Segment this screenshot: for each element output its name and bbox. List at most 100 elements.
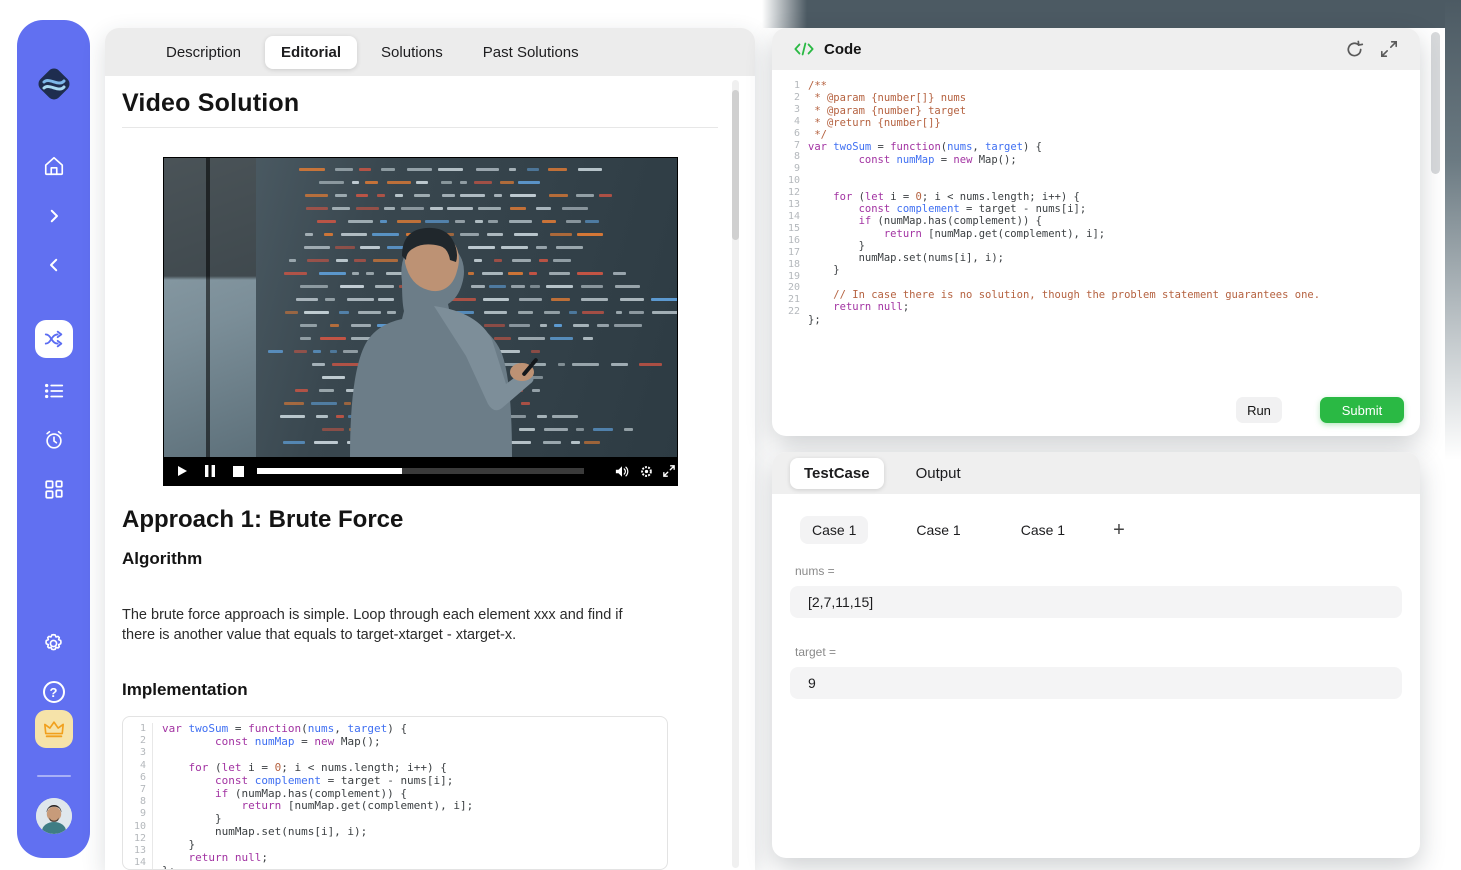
chalk-code-dash xyxy=(551,298,570,301)
line-number: 16 xyxy=(786,235,800,247)
line-number: 12 xyxy=(123,833,146,845)
sidebar-item-settings[interactable] xyxy=(42,631,66,655)
chalk-code-dash xyxy=(566,220,581,223)
code-line: const numMap = new Map(); xyxy=(162,736,473,749)
chalk-code-dash xyxy=(620,298,644,301)
sidebar-item-reminders[interactable] xyxy=(42,428,66,452)
home-icon xyxy=(43,155,65,177)
chalk-code-dash xyxy=(407,168,432,171)
line-number: 6 xyxy=(786,128,800,140)
background-tint-top xyxy=(762,0,1461,28)
tab-solutions[interactable]: Solutions xyxy=(365,36,459,69)
chalk-code-dash xyxy=(548,168,566,171)
video-settings-button[interactable] xyxy=(636,463,656,479)
code-content: var twoSum = function(nums, target) { co… xyxy=(153,723,473,869)
line-number: 8 xyxy=(786,151,800,163)
pause-button[interactable] xyxy=(200,463,220,479)
chalk-code-dash xyxy=(593,428,613,431)
video-fullscreen-button[interactable] xyxy=(659,463,679,479)
avatar-photo xyxy=(36,798,72,834)
line-number: 4 xyxy=(123,760,146,772)
submit-button[interactable]: Submit xyxy=(1320,397,1404,423)
line-number: 2 xyxy=(123,735,146,747)
sidebar-item-premium[interactable] xyxy=(35,710,73,748)
chalk-code-dash xyxy=(550,337,573,340)
play-icon xyxy=(176,465,188,477)
chalk-code-dash xyxy=(544,311,561,314)
code-line: numMap.set(nums[i], i); xyxy=(162,826,473,839)
algorithm-paragraph: The brute force approach is simple. Loop… xyxy=(122,605,652,645)
chalk-code-dash xyxy=(599,194,612,197)
main-tabbar: Description Editorial Solutions Past Sol… xyxy=(105,28,755,76)
nums-input[interactable] xyxy=(790,586,1402,618)
tab-editorial[interactable]: Editorial xyxy=(265,36,357,69)
chalk-code-dash xyxy=(476,168,500,171)
run-button[interactable]: Run xyxy=(1236,397,1282,423)
stop-button[interactable] xyxy=(228,463,248,479)
sidebar-item-problem-list[interactable] xyxy=(42,379,66,403)
sidebar-item-help[interactable]: ? xyxy=(42,680,66,704)
chalk-code-dash xyxy=(582,311,604,314)
video-player[interactable] xyxy=(163,157,678,486)
chalk-code-dash xyxy=(518,181,541,184)
line-number: 19 xyxy=(786,271,800,283)
reset-code-icon[interactable] xyxy=(1345,40,1364,59)
sidebar-divider xyxy=(37,775,71,777)
tab-output[interactable]: Output xyxy=(902,458,975,489)
chalk-code-dash xyxy=(578,168,602,171)
chalk-code-dash xyxy=(359,168,371,171)
line-number: 14 xyxy=(786,211,800,223)
sidebar-item-next[interactable] xyxy=(42,204,66,228)
tab-description[interactable]: Description xyxy=(150,36,257,69)
code-content: /** * @param {number[]} nums * @param {n… xyxy=(808,80,1320,370)
chalk-code-dash xyxy=(268,350,283,353)
chalk-code-dash xyxy=(562,207,588,210)
app-logo[interactable] xyxy=(32,62,76,106)
chalk-code-dash xyxy=(616,311,622,314)
chalk-code-dash xyxy=(527,168,539,171)
tab-testcase[interactable]: TestCase xyxy=(790,458,884,489)
case-tab-1[interactable]: Case 1 xyxy=(800,516,868,544)
chalk-code-dash xyxy=(558,363,565,366)
chalk-code-dash xyxy=(613,272,626,275)
code-line: const numMap = new Map(); xyxy=(808,154,1320,166)
sidebar-item-dashboard[interactable] xyxy=(42,477,66,501)
code-line: * @return {number[]} xyxy=(808,117,1320,129)
chalk-code-dash xyxy=(615,285,639,288)
target-label: target = xyxy=(795,645,836,659)
line-number: 13 xyxy=(786,199,800,211)
chalk-code-dash xyxy=(352,181,359,184)
chalk-code-dash xyxy=(509,168,516,171)
tab-past-solutions[interactable]: Past Solutions xyxy=(467,36,595,69)
target-input[interactable] xyxy=(790,667,1402,699)
code-line: return [numMap.get(complement), i]; xyxy=(808,228,1320,240)
line-number: 1 xyxy=(786,80,800,92)
chalk-code-dash xyxy=(553,259,572,262)
code-line: return null; xyxy=(808,301,1320,313)
chalk-code-dash xyxy=(597,324,609,327)
sidebar-item-home[interactable] xyxy=(42,154,66,178)
add-case-button[interactable]: + xyxy=(1113,519,1125,542)
dashboard-grid-icon xyxy=(43,478,65,500)
sidebar-item-shuffle-active[interactable] xyxy=(35,320,73,358)
chevron-right-icon xyxy=(45,207,63,225)
chalk-code-dash xyxy=(585,220,599,223)
line-number-gutter: 12346789101213141516171819202122 xyxy=(786,80,808,370)
nums-label: nums = xyxy=(795,564,835,578)
case-tab-2[interactable]: Case 1 xyxy=(904,516,972,544)
chalk-code-dash xyxy=(474,181,492,184)
user-avatar[interactable] xyxy=(36,798,72,834)
play-button[interactable] xyxy=(172,463,192,479)
sidebar-item-previous[interactable] xyxy=(42,253,66,277)
testcase-panel: TestCase Output Case 1 Case 1 Case 1 + n… xyxy=(772,452,1420,858)
chalk-code-dash xyxy=(500,181,514,184)
case-tab-3[interactable]: Case 1 xyxy=(1009,516,1077,544)
video-progress-bar[interactable] xyxy=(257,468,584,474)
main-scrollbar-thumb[interactable] xyxy=(732,90,739,240)
code-editor[interactable]: 12346789101213141516171819202122 /** * @… xyxy=(786,80,1386,370)
code-line: return null; xyxy=(162,852,473,865)
code-line: } xyxy=(808,240,1320,252)
volume-button[interactable] xyxy=(612,463,632,479)
page-scrollbar-thumb[interactable] xyxy=(1431,32,1440,174)
expand-editor-icon[interactable] xyxy=(1380,40,1398,58)
